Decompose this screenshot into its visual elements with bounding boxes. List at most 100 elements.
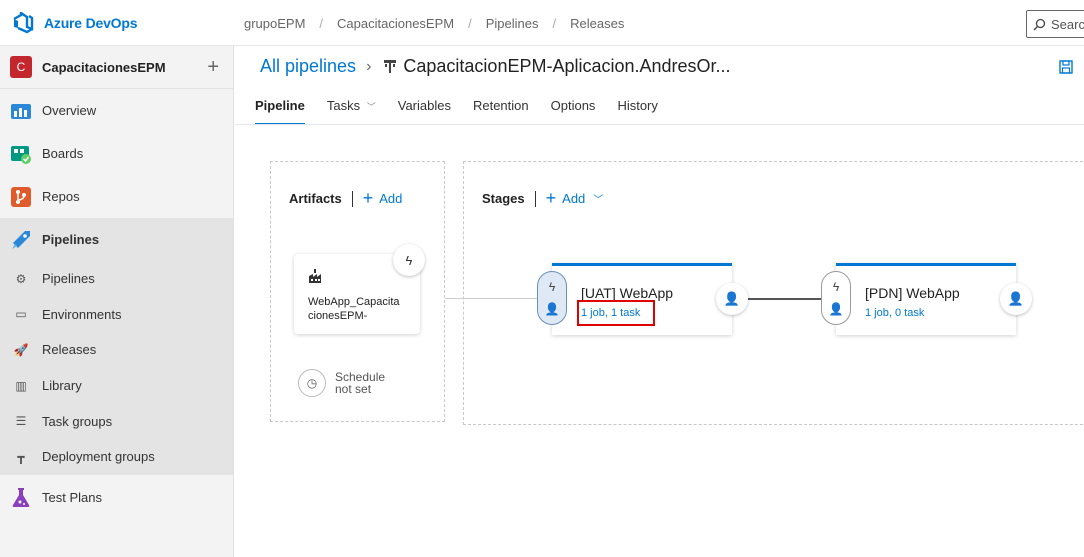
- azure-devops-logo[interactable]: Azure DevOps: [12, 12, 137, 34]
- page-title: CapacitacionEPM-Aplicacion.AndresOr...: [403, 56, 731, 76]
- project-name: CapacitacionesEPM: [42, 59, 166, 75]
- pipelines-sub-icon: ⚙: [15, 271, 27, 286]
- artifact-trigger-button[interactable]: ϟ: [393, 244, 425, 276]
- sidebar-item-boards[interactable]: Boards: [0, 132, 233, 175]
- person-icon: 👤: [723, 291, 741, 306]
- artifacts-title: Artifacts: [289, 191, 342, 206]
- page-title-row: All pipelines › CapacitacionEPM-Aplicaci…: [260, 56, 731, 77]
- sidebar-subitem-label: Task groups: [42, 413, 113, 429]
- pipelines-icon: [12, 230, 30, 249]
- artifact-name-line: cionesEPM-: [308, 310, 368, 322]
- tab-tasks-label: Tasks: [326, 98, 361, 113]
- stages-header: Stages + Add ﹀: [482, 188, 603, 209]
- sidebar-item-test-plans[interactable]: Test Plans: [0, 475, 233, 520]
- lightning-icon: ϟ: [548, 280, 556, 294]
- clock-icon: ◷: [298, 369, 326, 397]
- stage-name: [UAT] WebApp: [581, 285, 674, 301]
- breadcrumb: grupoEPM / CapacitacionesEPM / Pipelines…: [244, 16, 624, 31]
- repos-icon: [11, 186, 31, 207]
- azure-devops-icon: [13, 12, 34, 34]
- task-groups-icon: ☰: [15, 414, 27, 429]
- chevron-right-icon: ›: [366, 57, 372, 75]
- main-content: All pipelines › CapacitacionEPM-Aplicaci…: [235, 46, 1084, 557]
- schedule-status: Schedule not set: [335, 371, 385, 395]
- stages-title: Stages: [482, 191, 525, 206]
- sidebar-subitem-label: Releases: [42, 342, 97, 358]
- person-approval-icon: 👤: [828, 302, 844, 316]
- breadcrumb-separator: /: [552, 16, 557, 31]
- pre-deployment-conditions-button[interactable]: ϟ 👤: [821, 271, 851, 325]
- sidebar-item-repos[interactable]: Repos: [0, 175, 233, 218]
- add-plus-icon[interactable]: +: [363, 188, 374, 209]
- tab-tasks[interactable]: Tasks ﹀: [327, 98, 376, 125]
- breadcrumb-separator: /: [319, 16, 324, 31]
- tab-pipeline[interactable]: Pipeline: [255, 98, 305, 125]
- pipeline-tabs: Pipeline Tasks ﹀ Variables Retention Opt…: [255, 98, 680, 125]
- lightning-icon: ϟ: [405, 252, 413, 268]
- sidebar-subitem-releases[interactable]: 🚀 Releases: [0, 332, 233, 368]
- sidebar-item-label: Repos: [42, 189, 80, 204]
- post-deployment-conditions-button[interactable]: 👤: [716, 283, 748, 315]
- pipelines-section: Pipelines ⚙ Pipelines ▭ Environments 🚀 R…: [0, 218, 233, 475]
- person-icon: 👤: [1007, 291, 1025, 306]
- post-deployment-conditions-button[interactable]: 👤: [1000, 283, 1032, 315]
- project-header[interactable]: C CapacitacionesEPM +: [0, 46, 233, 89]
- add-plus-icon[interactable]: +: [546, 188, 557, 209]
- stage-card-pdn[interactable]: [PDN] WebApp 1 job, 0 task: [836, 263, 1016, 335]
- tab-history[interactable]: History: [617, 98, 657, 125]
- app-name: Azure DevOps: [44, 15, 138, 31]
- sidebar-item-pipelines[interactable]: Pipelines: [0, 218, 233, 261]
- test-plans-icon: [12, 488, 30, 508]
- divider: [534, 190, 536, 207]
- artifacts-header: Artifacts + Add: [289, 188, 402, 209]
- sidebar-subitem-deployment-groups[interactable]: ┳ Deployment groups: [0, 438, 233, 475]
- search-icon: [1033, 18, 1046, 30]
- top-bar: Azure DevOps grupoEPM / CapacitacionesEP…: [0, 0, 1084, 46]
- sidebar-item-overview[interactable]: Overview: [0, 89, 233, 132]
- tab-retention[interactable]: Retention: [473, 98, 529, 125]
- sidebar-subitem-pipelines[interactable]: ⚙ Pipelines: [0, 261, 233, 297]
- stage-tasks-link[interactable]: 1 job, 0 task: [865, 307, 924, 319]
- sidebar-subitem-library[interactable]: ▥ Library: [0, 367, 233, 404]
- all-pipelines-link[interactable]: All pipelines: [260, 56, 356, 77]
- sidebar-item-label: Test Plans: [42, 489, 102, 505]
- boards-icon: [11, 145, 31, 164]
- breadcrumb-project[interactable]: CapacitacionesEPM: [337, 16, 454, 31]
- chevron-down-icon[interactable]: ﹀: [593, 191, 603, 206]
- add-stage-button[interactable]: Add: [562, 191, 585, 206]
- releases-icon: 🚀: [13, 342, 29, 357]
- search-input[interactable]: Searc: [1026, 10, 1084, 38]
- breadcrumb-releases[interactable]: Releases: [570, 16, 624, 31]
- sidebar-item-label: Overview: [42, 103, 97, 118]
- breadcrumb-pipelines[interactable]: Pipelines: [486, 16, 539, 31]
- tab-variables[interactable]: Variables: [398, 98, 451, 125]
- schedule-trigger[interactable]: ◷ Schedule not set: [298, 369, 385, 397]
- sidebar-item-label: Boards: [42, 146, 84, 161]
- person-approval-icon: 👤: [544, 302, 560, 316]
- build-artifact-icon: [309, 269, 321, 283]
- artifact-to-stage-connector: [445, 298, 537, 299]
- sidebar-subitem-label: Pipelines: [42, 271, 95, 287]
- sidebar-subitem-label: Deployment groups: [42, 449, 155, 465]
- release-pipeline-icon: [384, 59, 397, 73]
- breadcrumb-org[interactable]: grupoEPM: [244, 16, 305, 31]
- chevron-down-icon: ﹀: [366, 102, 376, 112]
- sidebar-subitem-task-groups[interactable]: ☰ Task groups: [0, 403, 233, 439]
- lightning-icon: ϟ: [832, 280, 840, 294]
- tab-options[interactable]: Options: [551, 98, 596, 125]
- divider: [351, 190, 353, 207]
- sidebar: C CapacitacionesEPM + Overview Boards Re…: [0, 46, 234, 557]
- deployment-groups-icon: ┳: [17, 449, 25, 464]
- artifact-name: WebApp_Capacita cionesEPM-: [308, 295, 406, 323]
- environments-icon: ▭: [15, 307, 27, 322]
- save-icon[interactable]: [1059, 60, 1079, 80]
- breadcrumb-separator: /: [468, 16, 472, 31]
- new-item-plus-icon[interactable]: +: [207, 56, 219, 79]
- schedule-value: not set: [335, 382, 372, 396]
- sidebar-subitem-label: Environments: [42, 306, 122, 322]
- sidebar-subitem-label: Library: [42, 378, 82, 394]
- add-artifact-button[interactable]: Add: [379, 191, 402, 206]
- tabs-divider: [235, 124, 1084, 125]
- sidebar-subitem-environments[interactable]: ▭ Environments: [0, 296, 233, 333]
- pre-deployment-conditions-button[interactable]: ϟ 👤: [537, 271, 567, 325]
